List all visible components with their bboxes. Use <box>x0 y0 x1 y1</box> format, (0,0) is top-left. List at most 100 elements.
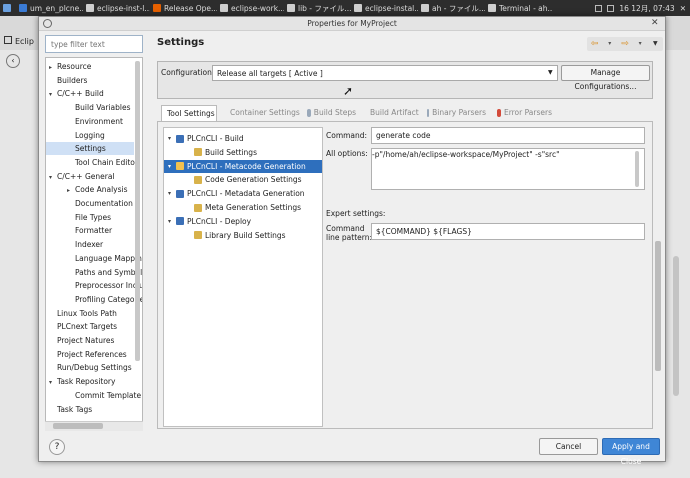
settings-icon <box>194 175 202 184</box>
command-line-pattern-label-2: line pattern: <box>326 233 373 242</box>
chevron-down-icon[interactable]: ▾ <box>49 88 57 101</box>
chevron-down-icon[interactable]: ▾ <box>168 187 176 200</box>
taskbar-item-label: eclipse-work... <box>231 3 284 13</box>
chevron-down-icon[interactable]: ▾ <box>168 160 176 173</box>
tree-item[interactable]: Documentation <box>46 197 134 210</box>
cancel-button[interactable]: Cancel <box>539 438 598 455</box>
tree-item[interactable]: Formatter <box>46 224 134 237</box>
tree-item-label: Builders <box>57 75 88 85</box>
tree-item[interactable]: Linux Tools Path <box>46 307 134 320</box>
taskbar-item[interactable]: eclipse-work... <box>217 0 284 16</box>
window-menu-icon[interactable] <box>43 19 52 28</box>
tree-item[interactable]: ▸ Resource <box>46 60 134 73</box>
tool-tree-item[interactable]: ▾ PLCnCLI - Deploy <box>164 215 322 228</box>
manage-configurations-button[interactable]: Manage Configurations... <box>561 65 650 91</box>
settings-icon <box>194 231 202 240</box>
tree-item-label: PLCnext Targets <box>57 322 118 332</box>
taskbar-item-label: lib - ファイル... <box>298 3 351 13</box>
tray-icon[interactable] <box>595 4 603 12</box>
taskbar-item[interactable]: um_en_plcne... <box>16 0 83 16</box>
back-dropdown-icon[interactable]: ▾ <box>604 38 616 50</box>
tree-item[interactable]: ▾ C/C++ General <box>46 170 134 183</box>
tab-container[interactable]: Container Settings <box>225 105 300 121</box>
tree-item[interactable]: ▾ C/C++ Build <box>46 87 134 100</box>
tree-item[interactable]: Preprocessor Includ <box>46 279 142 292</box>
chevron-down-icon[interactable]: ▼ <box>548 69 553 76</box>
tool-tree-item[interactable]: ▾ PLCnCLI - Build <box>164 132 322 145</box>
view-menu-icon[interactable]: ▼ <box>649 38 661 50</box>
tool-tree-item[interactable]: Code Generation Settings <box>164 173 322 186</box>
back-icon[interactable]: ‹ <box>6 54 20 68</box>
tab-build-artifact[interactable]: Build Artifact <box>365 105 421 121</box>
tree-item[interactable]: Build Variables <box>46 101 134 114</box>
forward-dropdown-icon[interactable]: ▾ <box>634 38 646 50</box>
forward-arrow-icon[interactable]: ⇨ <box>619 38 631 50</box>
filter-input[interactable] <box>45 35 143 53</box>
tool-tree-item[interactable]: Build Settings <box>164 146 322 159</box>
tree-item[interactable]: Profiling Categories <box>46 293 142 306</box>
tool-tree-item[interactable]: Meta Generation Settings <box>164 201 322 214</box>
options-scrollbar[interactable] <box>635 151 639 187</box>
tree-scrollbar[interactable] <box>135 61 140 361</box>
tree-item[interactable]: Settings <box>46 142 134 156</box>
tab-error-parsers[interactable]: Error Parsers <box>495 105 555 121</box>
configuration-select[interactable]: Release all targets [ Active ] <box>212 65 558 81</box>
tree-item-label: Project Natures <box>57 336 115 345</box>
tree-item-label: File Types <box>75 212 112 222</box>
tree-item[interactable]: Language Mappings <box>46 252 142 265</box>
tab-binary-parsers[interactable]: Binary Parsers <box>425 105 489 121</box>
command-field[interactable]: generate code <box>371 127 645 144</box>
tool-tree-item[interactable]: ▾ PLCnCLI - Metacode Generation <box>164 159 322 173</box>
tree-item-label: Documentation <box>75 199 133 208</box>
tree-item[interactable]: Indexer <box>46 238 134 251</box>
back-arrow-icon[interactable]: ⇦ <box>589 38 601 50</box>
tab-build-steps[interactable]: Build Steps <box>305 105 359 121</box>
tree-hscroll-thumb[interactable] <box>53 423 103 429</box>
chevron-right-icon[interactable]: ▸ <box>67 184 75 197</box>
eclipse-menu[interactable]: Eclip <box>4 36 34 46</box>
tree-item-label: Environment <box>75 116 123 126</box>
tree-item[interactable]: Project References <box>46 348 134 361</box>
apply-and-close-button[interactable]: Apply and Close <box>602 438 660 466</box>
tree-item[interactable]: Task Tags <box>46 403 134 416</box>
close-dialog-icon[interactable]: ✕ <box>651 18 659 28</box>
chevron-down-icon[interactable]: ▾ <box>168 132 176 145</box>
command-line-pattern-field[interactable]: ${COMMAND} ${FLAGS} <box>371 223 645 240</box>
tray-icon[interactable] <box>607 4 615 12</box>
dialog-scrollbar[interactable] <box>655 241 661 371</box>
editor-scrollbar[interactable] <box>673 256 679 396</box>
chevron-right-icon[interactable]: ▸ <box>49 61 57 74</box>
taskbar-item[interactable]: eclipse-inst-l... <box>83 0 150 16</box>
tree-item[interactable]: Commit Template <box>46 389 141 402</box>
chevron-down-icon[interactable]: ▾ <box>49 376 57 389</box>
chevron-down-icon[interactable]: ▾ <box>49 171 57 184</box>
tree-item-label: Profiling Categories <box>75 294 143 304</box>
taskbar-item[interactable]: ah - ファイル... <box>418 0 485 16</box>
tree-item[interactable]: Builders <box>46 74 134 87</box>
tree-item[interactable]: Environment <box>46 115 134 128</box>
system-tray: 16 12月, 07:43 ✕ <box>595 3 690 14</box>
tree-item[interactable]: Paths and Symbols <box>46 266 142 279</box>
tree-item[interactable]: ▾ Task Repository <box>46 375 134 388</box>
apps-menu-icon[interactable] <box>0 0 16 16</box>
all-options-field[interactable]: -p"/home/ah/eclipse-workspace/MyProject"… <box>371 148 645 190</box>
tree-item[interactable]: Tool Chain Editor <box>46 156 138 169</box>
taskbar-item[interactable]: Release Ope... <box>150 0 217 16</box>
tree-item[interactable]: PLCnext Targets <box>46 320 134 333</box>
tree-item[interactable]: Logging <box>46 129 134 142</box>
taskbar-item[interactable]: Terminal - ah... <box>485 0 552 16</box>
tree-item[interactable]: Run/Debug Settings <box>46 361 134 374</box>
tree-item[interactable]: ▸ Code Analysis <box>46 183 134 196</box>
taskbar-item[interactable]: eclipse-instal... <box>351 0 418 16</box>
tab-tool-settings[interactable]: Tool Settings <box>161 105 217 121</box>
tree-item[interactable]: File Types <box>46 211 134 224</box>
tool-tree-label: Code Generation Settings <box>205 175 302 185</box>
tree-item[interactable]: Project Natures <box>46 334 134 347</box>
tool-tree-item[interactable]: Library Build Settings <box>164 229 322 242</box>
chevron-down-icon[interactable]: ▾ <box>168 215 176 228</box>
firefox-icon <box>153 4 161 12</box>
taskbar-item[interactable]: lib - ファイル... <box>284 0 351 16</box>
help-icon[interactable]: ? <box>49 439 65 455</box>
close-icon[interactable]: ✕ <box>680 4 686 13</box>
tool-tree-item[interactable]: ▾ PLCnCLI - Metadata Generation <box>164 187 322 200</box>
